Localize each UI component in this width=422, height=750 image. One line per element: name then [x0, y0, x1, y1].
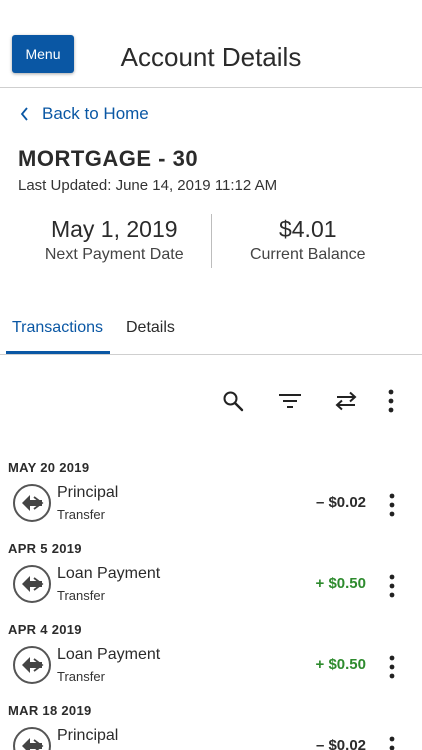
page-title: Account Details	[0, 42, 422, 73]
transaction-title[interactable]: Principal	[57, 727, 118, 745]
transfer-icon	[13, 565, 51, 603]
account-summary: May 1, 2019 Next Payment Date $4.01 Curr…	[18, 214, 404, 268]
transaction-date: APR 5 2019	[8, 541, 82, 556]
transfer-icon	[13, 646, 51, 684]
transaction-amount: + $0.50	[315, 575, 366, 592]
account-name: MORTGAGE - 30	[18, 146, 199, 171]
transaction-type: Transfer	[57, 669, 105, 684]
more-vertical-icon[interactable]	[378, 388, 404, 414]
current-balance-label: Current Balance	[249, 246, 366, 263]
tab-bar: Transactions Details	[0, 305, 422, 355]
app-header: Menu Account Details	[0, 0, 422, 88]
more-vertical-icon[interactable]	[382, 653, 402, 681]
next-payment-block: May 1, 2019 Next Payment Date	[18, 214, 211, 268]
transaction-amount: – $0.02	[315, 494, 366, 511]
page-title-text: Account Details	[120, 42, 302, 72]
transfer-icon	[13, 727, 51, 750]
back-link-label: Back to Home	[42, 104, 149, 123]
transaction-date: MAR 18 2019	[8, 703, 92, 718]
more-vertical-icon[interactable]	[382, 491, 402, 519]
transaction-date: APR 4 2019	[8, 622, 82, 637]
active-tab-indicator	[6, 351, 110, 354]
search-icon[interactable]	[220, 388, 246, 414]
last-updated-text: Last Updated: June 14, 2019 11:12 AM	[18, 177, 278, 194]
back-to-home-link[interactable]: Back to Home	[20, 104, 149, 124]
next-payment-date: May 1, 2019	[50, 216, 178, 242]
chevron-left-icon	[20, 107, 28, 121]
transaction-amount: – $0.02	[315, 737, 366, 750]
tab-transactions[interactable]: Transactions	[12, 319, 103, 337]
transaction-title[interactable]: Loan Payment	[57, 646, 160, 664]
more-vertical-icon[interactable]	[382, 734, 402, 750]
current-balance-block: $4.01 Current Balance	[212, 214, 405, 268]
swap-icon[interactable]	[333, 388, 359, 414]
filter-icon[interactable]	[277, 388, 303, 414]
transaction-date: MAY 20 2019	[8, 460, 90, 475]
more-vertical-icon[interactable]	[382, 572, 402, 600]
transaction-type: Transfer	[57, 507, 105, 522]
transaction-amount: + $0.50	[315, 656, 366, 673]
tab-details[interactable]: Details	[126, 319, 175, 337]
transaction-title[interactable]: Principal	[57, 484, 118, 502]
transaction-type: Transfer	[57, 588, 105, 603]
transfer-icon	[13, 484, 51, 522]
next-payment-label: Next Payment Date	[44, 246, 184, 263]
current-balance-value: $4.01	[278, 216, 337, 242]
transaction-title[interactable]: Loan Payment	[57, 565, 160, 583]
